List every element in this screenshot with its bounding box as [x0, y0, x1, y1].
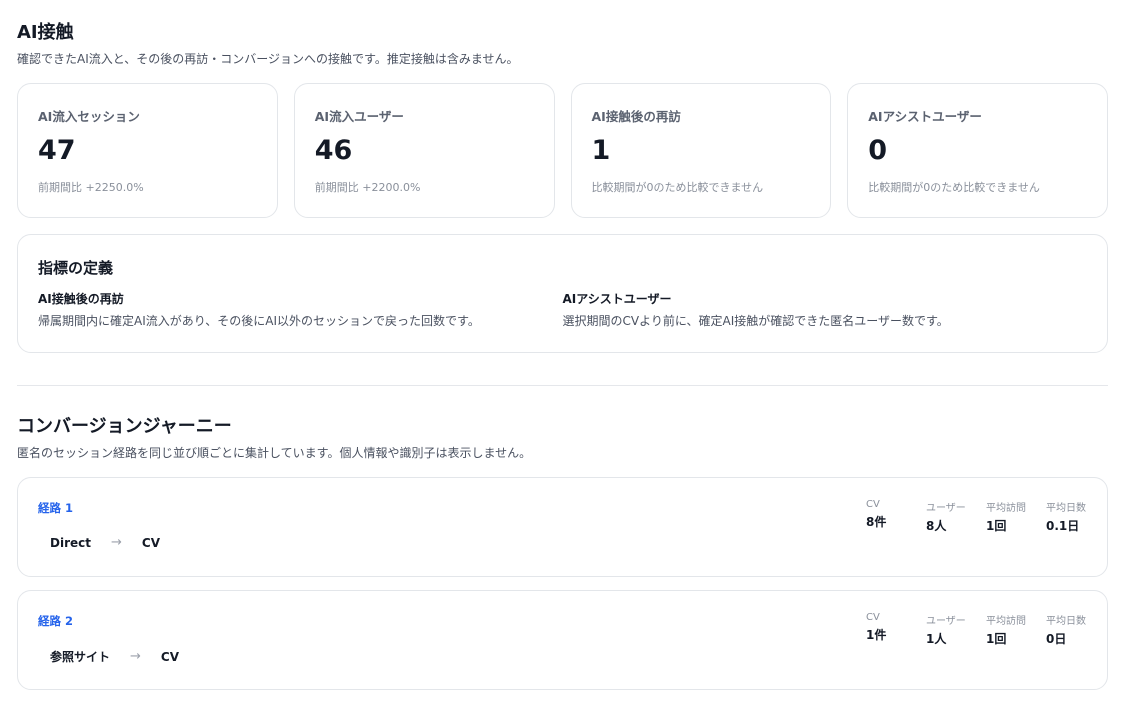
stat-cv: CV 8件: [866, 499, 926, 534]
route-step: Direct: [50, 535, 91, 550]
metric-comparison: 前期間比 +2200.0%: [314, 181, 421, 195]
journey-title: コンバージョンジャーニー: [17, 416, 232, 437]
metric-card-ai-users: AI流入ユーザー 46 前期間比 +2200.0%: [293, 83, 555, 218]
page: AI接触 確認できたAI流入と、その後の再訪・コンバージョンへの接触です。推定接…: [0, 0, 1129, 708]
stat-label: 平均日数: [1046, 616, 1086, 627]
definition-item: AI接触後の再訪 帰属期間内に確定AI流入があり、その後にAI以外のセッションで…: [38, 290, 563, 329]
route-card-1: 経路 1 Direct → CV CV 8件 ユーザー 8人 平均訪問 1回 平…: [17, 477, 1108, 577]
metric-label: AI流入セッション: [38, 109, 140, 124]
route-title: 経路 1: [38, 501, 74, 515]
definition-item: AIアシストユーザー 選択期間のCVより前に、確定AI接触が確認できた匿名ユーザ…: [563, 290, 1088, 329]
metric-card-ai-assist-users: AIアシストユーザー 0 比較期間が0のため比較できません: [847, 83, 1108, 218]
stat-avg-days: 平均日数 0日: [1046, 612, 1087, 647]
metric-label: AI流入ユーザー: [314, 109, 404, 124]
arrow-right-icon: →: [130, 649, 141, 664]
stat-label: 平均訪問: [986, 503, 1026, 514]
route-step: CV: [160, 649, 180, 664]
ai-contact-description: 確認できたAI流入と、その後の再訪・コンバージョンへの接触です。推定接触は含みま…: [17, 52, 519, 66]
route-path: 参照サイト → CV: [50, 648, 179, 665]
definition-term: AIアシストユーザー: [562, 292, 672, 306]
metric-card-ai-sessions: AI流入セッション 47 前期間比 +2250.0%: [17, 83, 278, 218]
route-stats: CV 1件 ユーザー 1人 平均訪問 1回 平均日数 0日: [866, 612, 1087, 647]
arrow-right-icon: →: [110, 535, 122, 550]
route-title: 経路 2: [38, 614, 74, 628]
stat-users: ユーザー 8人: [926, 499, 986, 534]
stat-avg-visits: 平均訪問 1回: [986, 499, 1046, 534]
journey-description: 匿名のセッション経路を同じ並び順ごとに集計しています。個人情報や識別子は表示しま…: [17, 446, 532, 460]
stat-label: CV: [866, 499, 880, 510]
route-step: CV: [141, 535, 160, 550]
route-card-2: 経路 2 参照サイト → CV CV 1件 ユーザー 1人 平均訪問 1回 平均…: [17, 590, 1108, 690]
definitions-grid: AI接触後の再訪 帰属期間内に確定AI流入があり、その後にAI以外のセッションで…: [38, 290, 1087, 329]
metric-label: AI接触後の再訪: [591, 109, 681, 124]
definition-term: AI接触後の再訪: [38, 292, 124, 306]
route-path: Direct → CV: [50, 535, 160, 550]
metric-value: 1: [591, 135, 611, 166]
stat-value: 1回: [986, 519, 1007, 533]
stat-users: ユーザー 1人: [926, 612, 986, 647]
metric-value: 46: [314, 135, 353, 166]
metric-value: 0: [868, 135, 888, 166]
metric-comparison: 比較期間が0のため比較できません: [868, 181, 1040, 195]
stat-value: 1回: [986, 632, 1007, 646]
stat-value: 0日: [1046, 632, 1067, 646]
stat-label: 平均日数: [1046, 503, 1086, 514]
stat-avg-days: 平均日数 0.1日: [1046, 499, 1087, 534]
definition-description: 帰属期間内に確定AI流入があり、その後にAI以外のセッションで戻った回数です。: [38, 314, 480, 328]
metric-comparison: 比較期間が0のため比較できません: [591, 181, 764, 195]
metric-label: AIアシストユーザー: [868, 109, 982, 124]
definitions-panel: 指標の定義 AI接触後の再訪 帰属期間内に確定AI流入があり、その後にAI以外の…: [17, 234, 1108, 353]
metric-comparison: 前期間比 +2250.0%: [38, 181, 144, 195]
stat-value: 8人: [926, 519, 947, 533]
section-divider: [17, 385, 1108, 386]
definition-description: 選択期間のCVより前に、確定AI接触が確認できた匿名ユーザー数です。: [562, 314, 949, 328]
stat-label: ユーザー: [926, 503, 966, 514]
definitions-title: 指標の定義: [38, 259, 114, 277]
stat-value: 0.1日: [1046, 519, 1080, 533]
stat-avg-visits: 平均訪問 1回: [986, 612, 1046, 647]
route-step: 参照サイト: [50, 650, 111, 664]
ai-contact-title: AI接触: [17, 22, 74, 43]
metric-card-revisits: AI接触後の再訪 1 比較期間が0のため比較できません: [570, 83, 832, 218]
metric-cards: AI流入セッション 47 前期間比 +2250.0% AI流入ユーザー 46 前…: [17, 83, 1108, 218]
stat-value: 1人: [926, 632, 947, 646]
stat-label: CV: [866, 612, 880, 623]
stat-cv: CV 1件: [866, 612, 926, 647]
stat-value: 1件: [866, 628, 887, 642]
stat-label: ユーザー: [926, 616, 966, 627]
metric-value: 47: [38, 135, 76, 166]
stat-label: 平均訪問: [986, 616, 1026, 627]
stat-value: 8件: [866, 515, 887, 529]
route-stats: CV 8件 ユーザー 8人 平均訪問 1回 平均日数 0.1日: [866, 499, 1087, 534]
